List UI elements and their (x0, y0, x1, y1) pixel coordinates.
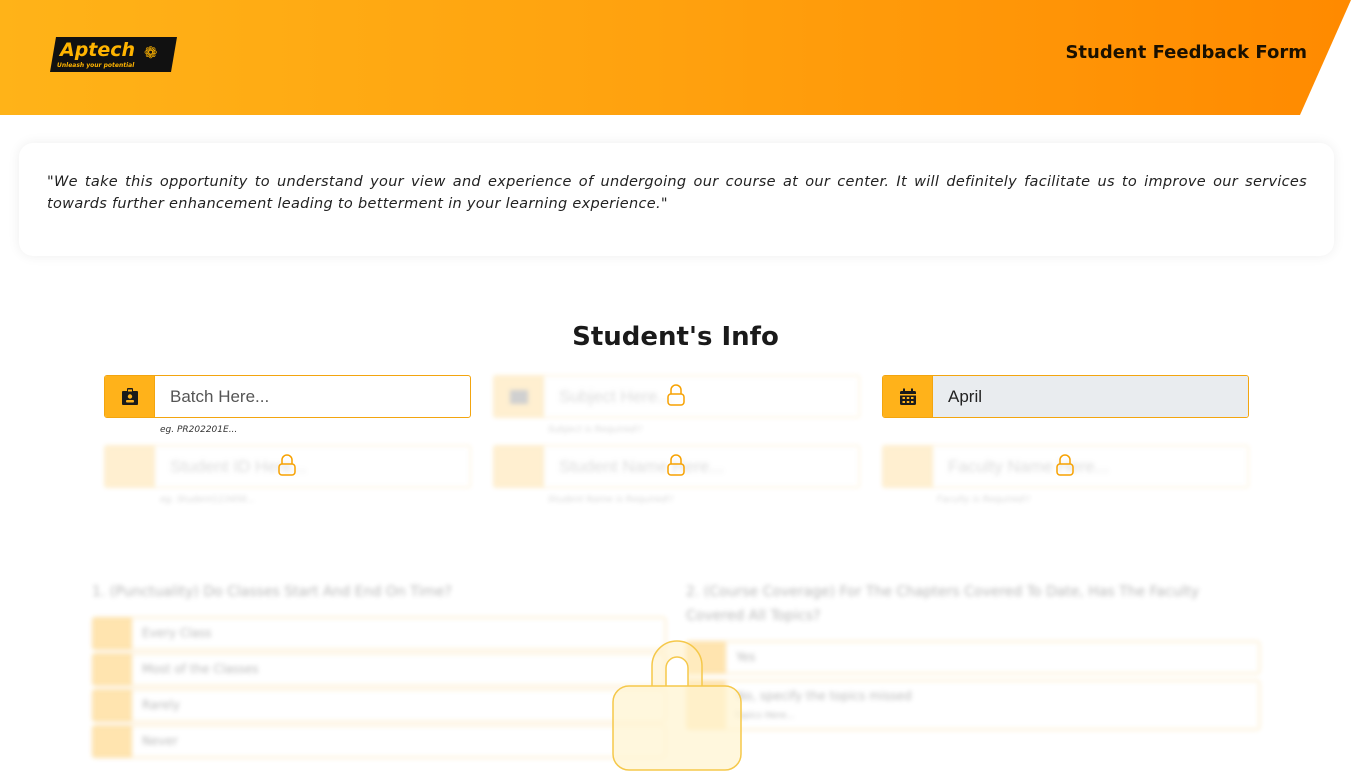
page-title: Student Feedback Form (1065, 42, 1307, 63)
user-icon (105, 446, 155, 487)
id-badge-icon (105, 376, 155, 417)
subject-hint: Subject is Required!! (548, 425, 643, 435)
q2-option[interactable]: No, specify the topics missed (686, 680, 1260, 730)
aptech-logo[interactable]: Aptech ❁ Unleash your potential (50, 37, 177, 72)
page-header: Aptech ❁ Unleash your potential Student … (0, 0, 1351, 115)
logo-text: Aptech (60, 39, 136, 61)
book-icon (494, 376, 544, 417)
student-name-input[interactable] (544, 446, 859, 487)
logo-tagline: Unleash your potential (57, 62, 135, 69)
q1-option[interactable]: Every Class (92, 617, 666, 650)
batch-hint: eg. PR202201E... (160, 425, 238, 435)
faculty-name-input[interactable] (933, 446, 1248, 487)
month-input[interactable] (933, 376, 1248, 417)
q1-option[interactable]: Most of the Classes (92, 653, 666, 686)
question-1: 1. (Punctuality) Do Classes Start And En… (92, 584, 452, 600)
intro-card: "We take this opportunity to understand … (19, 143, 1334, 256)
option-label: Never (142, 734, 178, 748)
batch-input[interactable] (155, 376, 470, 417)
user-icon (883, 446, 933, 487)
lock-icon (1056, 454, 1074, 476)
month-field (882, 375, 1249, 418)
radio-button[interactable] (93, 618, 132, 649)
intro-quote: "We take this opportunity to understand … (47, 174, 1307, 212)
q1-option[interactable]: Rarely (92, 689, 666, 722)
lock-icon (667, 454, 685, 476)
option-label: No, specify the topics missed (736, 689, 912, 703)
paw-icon: ❁ (144, 43, 158, 62)
q1-option[interactable]: Never (92, 725, 666, 758)
subject-input[interactable] (544, 376, 859, 417)
radio-button[interactable] (93, 726, 132, 757)
option-label: Every Class (142, 626, 212, 640)
radio-button[interactable] (93, 654, 132, 685)
lock-icon (612, 640, 742, 771)
student-id-input[interactable] (155, 446, 470, 487)
q2-option[interactable]: Yes (686, 641, 1260, 674)
option-label: Rarely (142, 698, 180, 712)
batch-field (104, 375, 471, 418)
student-info-title: Student's Info (572, 322, 779, 352)
radio-button[interactable] (93, 690, 132, 721)
student-name-hint: Student Name is Required!! (548, 495, 674, 505)
option-label: Most of the Classes (142, 662, 259, 676)
student-id-hint: eg. Student123456... (160, 495, 256, 505)
faculty-name-hint: Faculty is Required!! (937, 495, 1031, 505)
user-icon (494, 446, 544, 487)
question-2: 2. (Course Coverage) For The Chapters Co… (686, 584, 1200, 624)
lock-icon (667, 384, 685, 406)
calendar-icon (883, 376, 933, 417)
lock-icon (278, 454, 296, 476)
